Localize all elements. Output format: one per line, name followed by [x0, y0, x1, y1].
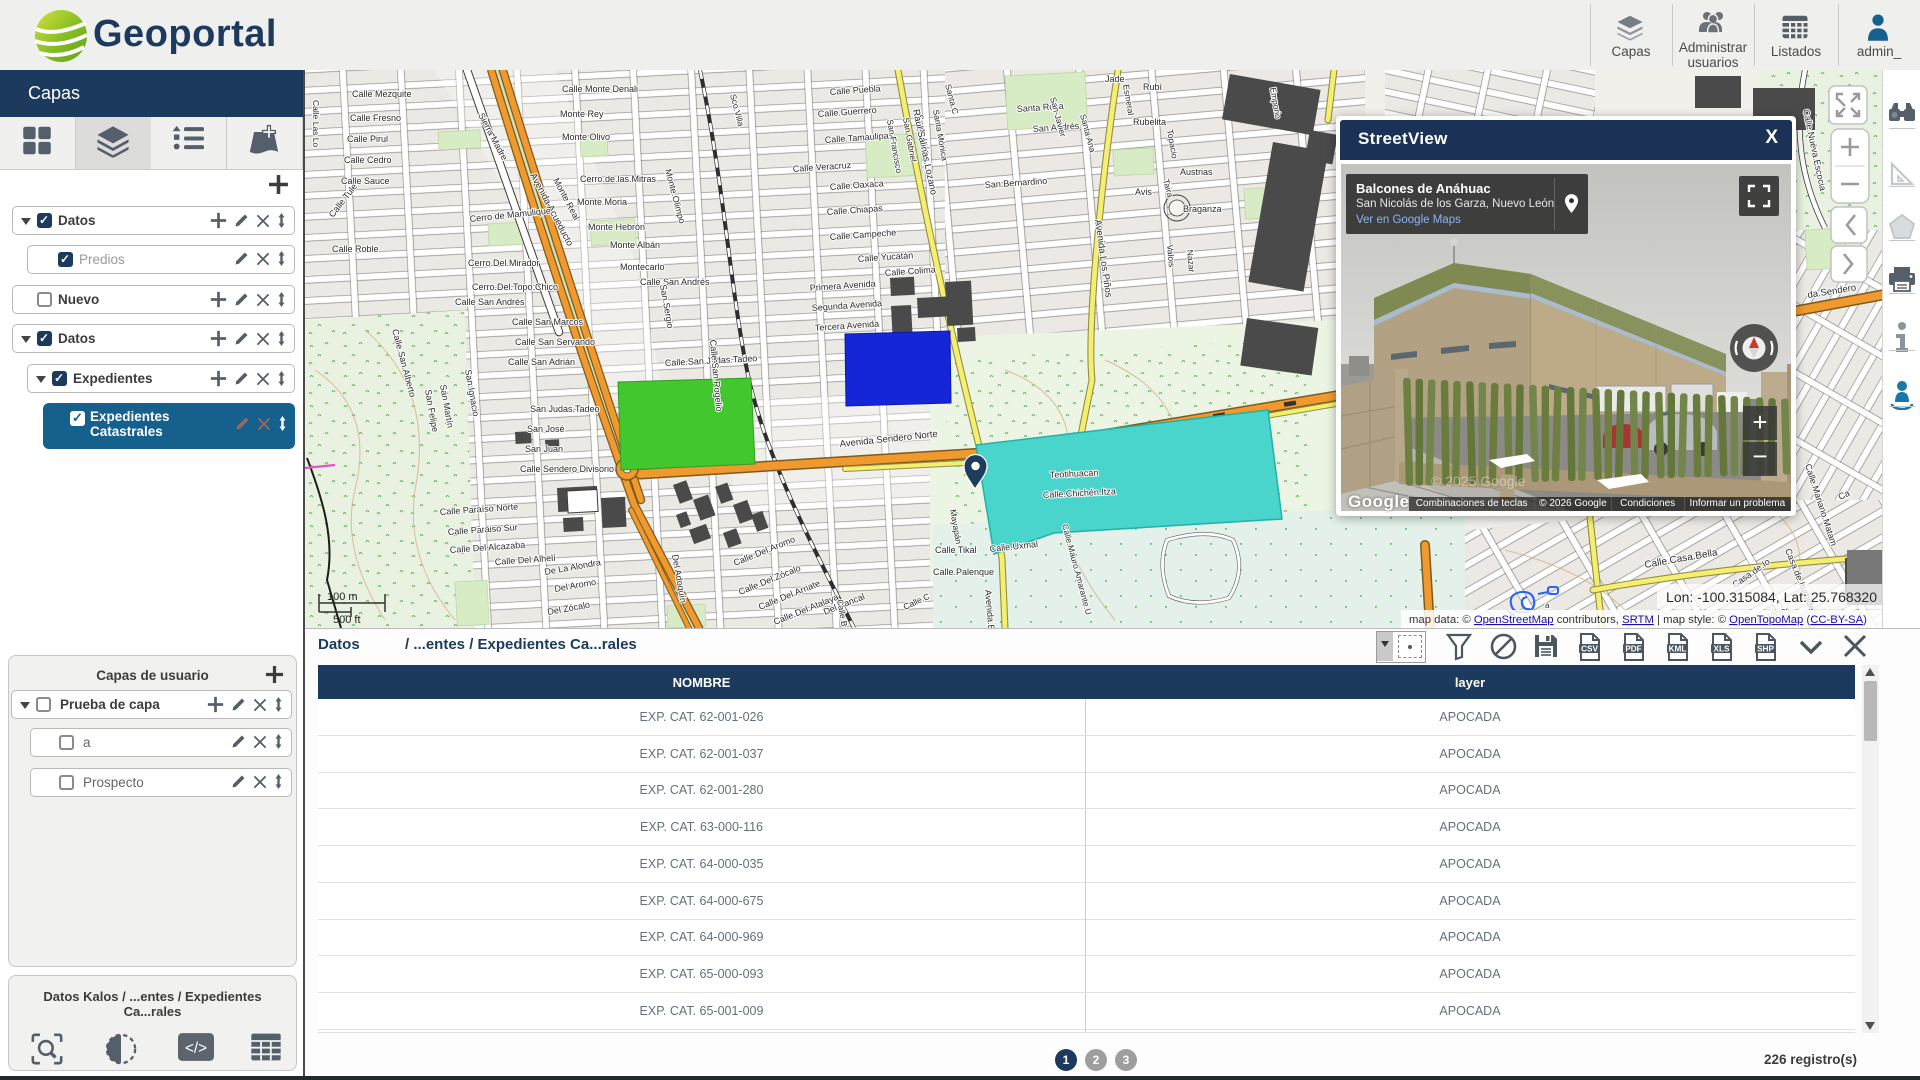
svg-text:Calle Roble: Calle Roble [332, 244, 379, 254]
svg-text:a: a [1545, 601, 1550, 610]
svg-text:Calle Cedro: Calle Cedro [344, 155, 392, 165]
svg-text:XLS: XLS [1714, 645, 1730, 654]
svg-text:Monte Rey: Monte Rey [560, 109, 604, 119]
svg-text:Calle Monte Denali: Calle Monte Denali [562, 84, 638, 94]
svg-text:Monte Olivo: Monte Olivo [562, 132, 610, 142]
svg-text:Monte Albán: Monte Albán [610, 240, 660, 250]
svg-text:100 m: 100 m [327, 591, 358, 603]
svg-text:Montecarlo: Montecarlo [620, 262, 665, 272]
svg-text:KML: KML [1669, 645, 1687, 654]
svg-text:PDF: PDF [1625, 645, 1641, 654]
svg-text:Calle.Palenque: Calle.Palenque [933, 567, 994, 577]
svg-text:San José: San José [527, 424, 565, 434]
svg-text:CSV: CSV [1581, 645, 1598, 654]
svg-text:Calle Pirul: Calle Pirul [347, 134, 388, 144]
svg-text:Calle San Marcos: Calle San Marcos [512, 317, 584, 327]
svg-text:Monte Hebrón: Monte Hebrón [588, 222, 645, 232]
svg-text:Cerro.Del.Mirador: Cerro.Del.Mirador [468, 258, 540, 268]
svg-text:Calle San Andrés: Calle San Andrés [640, 277, 710, 287]
svg-text:Calle San Servando: Calle San Servando [515, 337, 595, 347]
svg-text:Jade: Jade [1105, 74, 1125, 84]
svg-text:Calle San Adrián: Calle San Adrián [508, 357, 575, 367]
svg-text:Calle Las Lo: Calle Las Lo [311, 100, 321, 148]
svg-text:Lon: -100.315084, Lat: 25.7683: Lon: -100.315084, Lat: 25.768320 [1666, 589, 1877, 605]
svg-text:© 2025 Google: © 2025 Google [1431, 473, 1526, 489]
svg-text:</>: </> [185, 1040, 207, 1057]
svg-text:Calle San Andrés: Calle San Andrés [455, 297, 525, 307]
svg-text:Nazar: Nazar [1185, 249, 1197, 273]
svg-text:map data: © OpenStreetMap cont: map data: © OpenStreetMap contributors, … [1409, 614, 1867, 626]
svg-text:Calle Sendero Divisorio: Calle Sendero Divisorio [520, 464, 614, 474]
svg-text:Calle Tikal: Calle Tikal [935, 545, 977, 555]
svg-text:Cerro.Del.Topo.Chico: Cerro.Del.Topo.Chico [472, 282, 558, 292]
svg-text:Monte Moria: Monte Moria [577, 197, 627, 207]
svg-text:Rubelita: Rubelita [1133, 117, 1166, 127]
svg-text:SHP: SHP [1757, 645, 1774, 654]
svg-text:Valois: Valois [1165, 244, 1177, 267]
svg-text:Cerro.de.las.Mitras: Cerro.de.las.Mitras [580, 174, 657, 184]
svg-text:Austrias: Austrias [1180, 167, 1213, 177]
svg-text:Rubí: Rubí [1143, 82, 1163, 92]
svg-text:Calle Fresno: Calle Fresno [350, 113, 401, 123]
svg-text:San Juan: San Juan [525, 444, 563, 454]
svg-text:Braganza: Braganza [1183, 204, 1222, 214]
svg-text:500 ft: 500 ft [333, 614, 361, 626]
svg-text:San Judas.Tadeo: San Judas.Tadeo [530, 404, 600, 414]
svg-text:Calle Mezquite: Calle Mezquite [352, 89, 412, 99]
svg-text:Avis: Avis [1135, 187, 1152, 197]
